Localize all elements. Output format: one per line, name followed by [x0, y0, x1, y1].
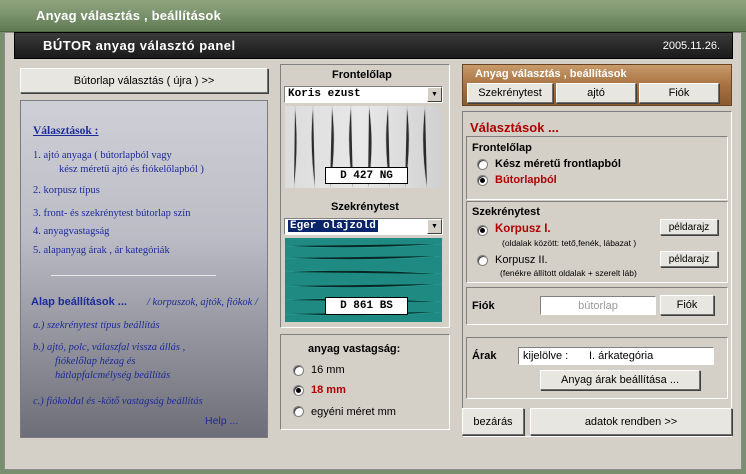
price-settings-button[interactable]: Anyag árak beállítása ...	[540, 370, 700, 390]
tab-ajto-label: ajtó	[587, 87, 605, 99]
body-section-label: Szekrénytest	[472, 206, 540, 218]
korpusz1-note: (oldalak között: tető,fenék, lábazat )	[502, 238, 637, 248]
reselect-board-label: Bútorlap választás ( újra ) >>	[73, 74, 215, 87]
body-material-value: Eger olajzold	[288, 220, 378, 232]
choice-1: 1. ajtó anyaga ( bútorlapból vagy	[33, 150, 172, 161]
thickness-custom-radio[interactable]	[293, 406, 304, 417]
korpusz1-label: Korpusz I.	[495, 223, 551, 235]
basic-item-c[interactable]: c.) fiókoldal és -kötő vastagság beállít…	[33, 396, 203, 407]
right-bar-title: Anyag választás , beállítások	[475, 68, 627, 80]
price-value: I. árkategória	[589, 350, 654, 362]
basic-item-a[interactable]: a.) szekrénytest típus beállítás	[33, 320, 160, 331]
front-code-text: D 427 NG	[340, 169, 393, 182]
confirm-button-label: adatok rendben >>	[584, 415, 678, 428]
choice-5: 5. alapanyag árak , ár kategóriák	[33, 245, 170, 256]
chevron-down-icon[interactable]: ▼	[427, 219, 442, 234]
drawer-button-label: Fiók	[676, 299, 698, 311]
front-material-select[interactable]: Koris ezust ▼	[284, 86, 443, 103]
drawer-material-value: bútorlap	[578, 299, 618, 312]
korpusz1-radio[interactable]	[477, 225, 488, 236]
tab-fiok[interactable]: Fiók	[639, 83, 719, 103]
thickness-16-radio[interactable]	[293, 365, 304, 376]
korpusz2-radio[interactable]	[477, 255, 488, 266]
basic-settings-subtitle: / korpuszok, ajtók, fiókok /	[147, 297, 258, 308]
basic-settings-title[interactable]: Alap beállítások ...	[31, 296, 127, 308]
korpusz2-example-label: példarajz	[668, 253, 710, 265]
panel-title: BÚTOR anyag választó panel	[43, 38, 236, 53]
korpusz2-label: Korpusz II.	[495, 254, 548, 266]
tab-fiok-label: Fiók	[668, 87, 690, 99]
front-board-label: Bútorlapból	[495, 174, 557, 186]
reselect-board-button[interactable]: Bútorlap választás ( újra ) >>	[20, 68, 268, 93]
drawer-label: Fiók	[472, 300, 495, 312]
thickness-18-radio[interactable]	[293, 385, 304, 396]
tab-szekrenytest-label: Szekrénytest	[478, 87, 542, 99]
tab-ajto[interactable]: ajtó	[556, 83, 636, 103]
divider	[51, 275, 216, 276]
close-button[interactable]: bezárás	[462, 408, 524, 435]
body-code: D 861 BS	[325, 297, 408, 315]
panel-date: 2005.11.26.	[662, 40, 720, 52]
price-category-field: kijelölve : I. árkategória	[518, 347, 714, 365]
chevron-down-icon[interactable]: ▼	[427, 87, 442, 102]
korpusz2-note: (fenékre állított oldalak + szerelt láb)	[500, 268, 637, 278]
front-code: D 427 NG	[325, 167, 408, 184]
body-material-select[interactable]: Eger olajzold ▼	[284, 218, 443, 235]
choice-2: 2. korpusz típus	[33, 185, 100, 196]
window-title: Anyag választás , beállítások	[36, 8, 221, 23]
choice-1-cont: kész méretű ajtó és fiókelőlapból )	[59, 164, 204, 175]
choice-4: 4. anyagvastagság	[33, 226, 110, 237]
panel-header: BÚTOR anyag választó panel 2005.11.26.	[14, 32, 733, 59]
thickness-18-label: 18 mm	[311, 384, 346, 396]
front-section-label: Frontelőlap	[472, 142, 532, 154]
basic-item-b-line2: fiókelőlap hézag és	[55, 356, 136, 367]
body-code-text: D 861 BS	[340, 300, 393, 312]
window-titlebar: Anyag választás , beállítások	[0, 0, 746, 32]
confirm-button[interactable]: adatok rendben >>	[530, 408, 732, 435]
thickness-label: anyag vastagság:	[308, 343, 401, 355]
drawer-material-field[interactable]: bútorlap	[540, 296, 656, 315]
korpusz1-example-button[interactable]: példarajz	[660, 219, 718, 235]
drawer-button[interactable]: Fiók	[660, 295, 714, 315]
body-label: Szekrénytest	[331, 201, 399, 213]
choice-3: 3. front- és szekrénytest bútorlap szín	[33, 208, 191, 219]
left-info-panel: Választások : 1. ajtó anyaga ( bútorlapb…	[20, 100, 268, 438]
tab-szekrenytest[interactable]: Szekrénytest	[467, 83, 553, 103]
front-ready-radio[interactable]	[477, 159, 488, 170]
choices-title: Választások :	[33, 125, 99, 137]
front-label: Frontelőlap	[332, 69, 392, 81]
korpusz1-example-label: példarajz	[668, 221, 710, 233]
korpusz2-example-button[interactable]: példarajz	[660, 251, 718, 267]
basic-item-b[interactable]: b.) ajtó, polc, válaszfal vissza állás ,	[33, 342, 185, 353]
price-prefix: kijelölve :	[523, 350, 569, 362]
price-settings-label: Anyag árak beállítása ...	[560, 374, 679, 386]
thickness-custom-label: egyéni méret mm	[311, 406, 396, 418]
help-link[interactable]: Help ...	[205, 415, 238, 427]
right-choices-title: Választások ...	[470, 120, 559, 135]
front-board-radio[interactable]	[477, 175, 488, 186]
prices-label: Árak	[472, 350, 497, 362]
close-button-label: bezárás	[473, 415, 513, 428]
front-ready-label: Kész méretű frontlapból	[495, 158, 621, 170]
basic-item-b-line3: hátlapfalcmélység beállítás	[55, 370, 171, 381]
thickness-16-label: 16 mm	[311, 364, 345, 376]
front-material-value: Koris ezust	[288, 88, 361, 100]
